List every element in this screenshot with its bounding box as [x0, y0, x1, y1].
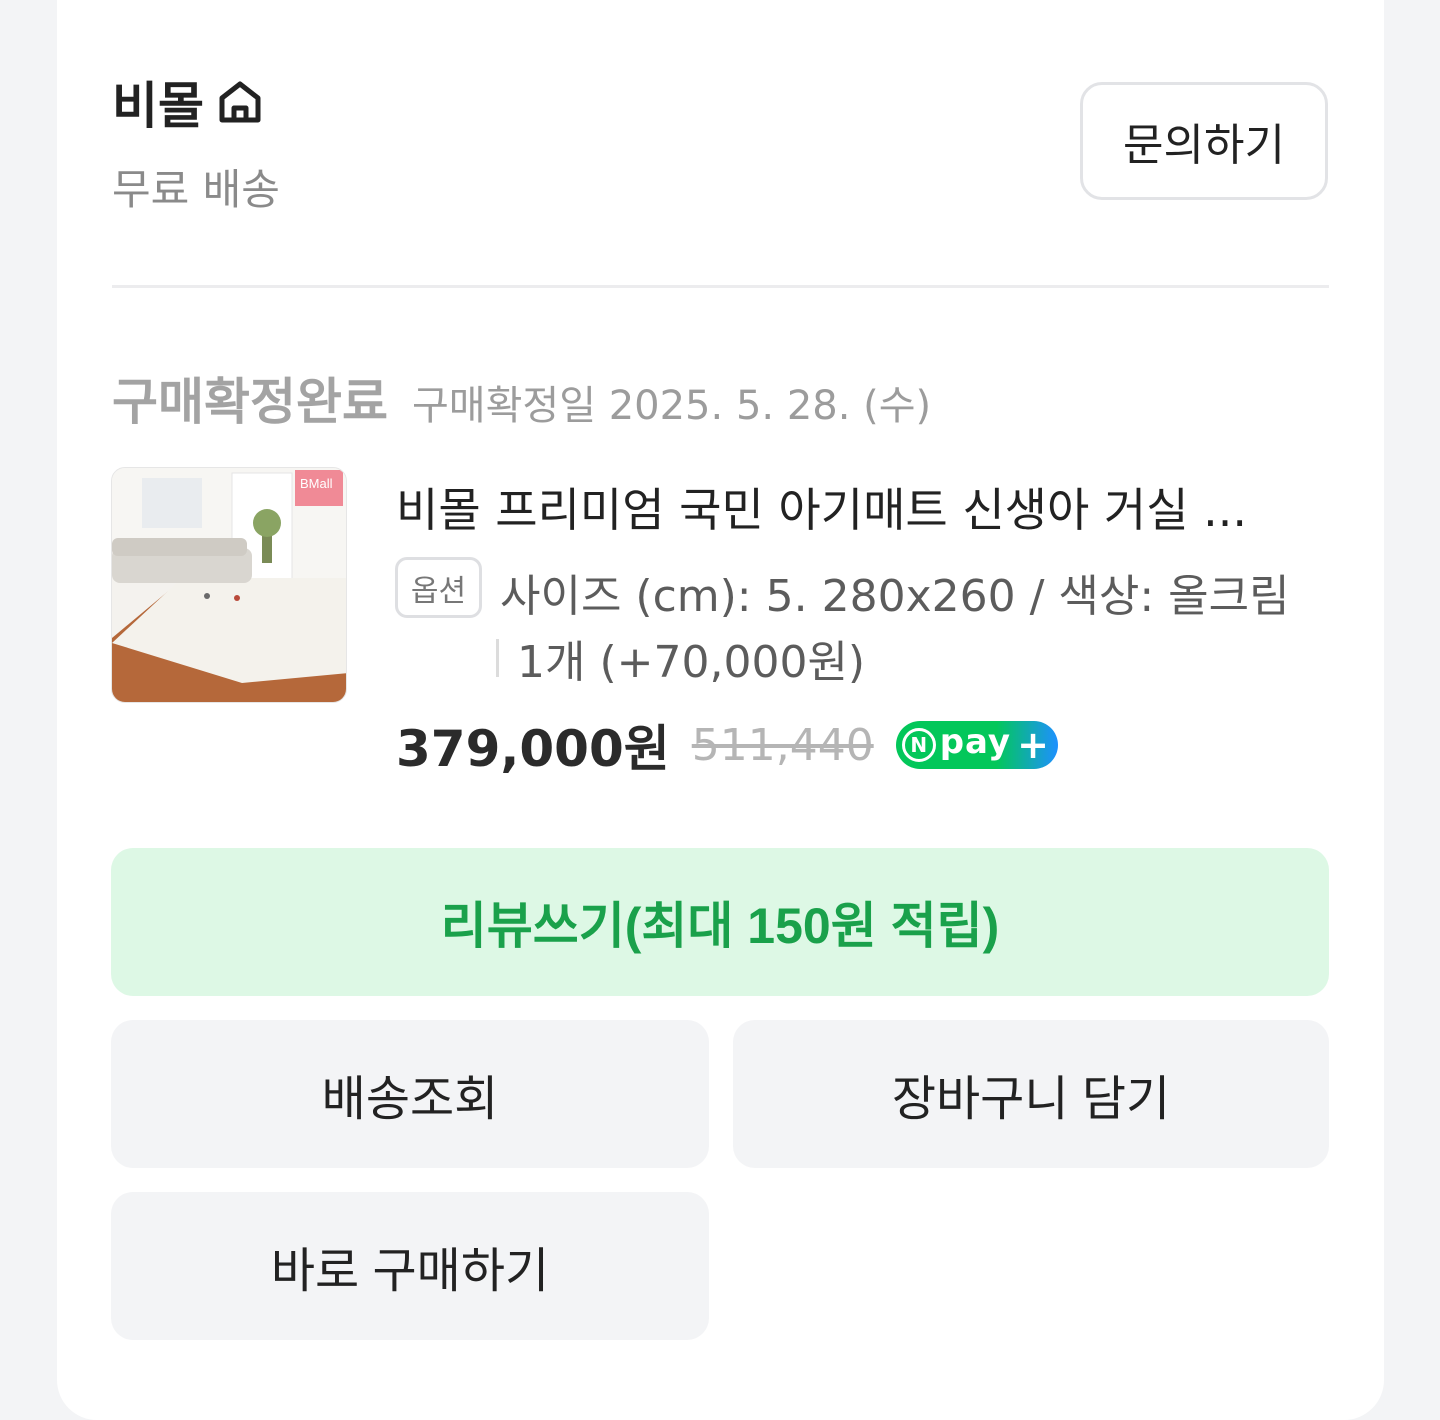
confirm-date: 구매확정일 2025. 5. 28. (수) [412, 383, 932, 429]
plus-icon: + [1017, 723, 1049, 767]
write-review-button[interactable]: 리뷰쓰기(최대 150원 적립) [111, 848, 1329, 996]
order-status: 구매확정완료 [112, 373, 388, 431]
quantity-row: 1개 (+70,000원) [496, 630, 865, 688]
npay-label: pay [939, 722, 1012, 762]
shipping-info: 무료 배송 [112, 165, 280, 214]
order-status-row: 구매확정완료 구매확정일 2025. 5. 28. (수) [112, 362, 931, 432]
shop-name[interactable]: 비몰 [112, 66, 204, 138]
thumbnail-brand: BMall [300, 476, 333, 491]
original-price: 511,440 [691, 719, 874, 771]
sale-price: 379,000원 [396, 720, 670, 778]
product-thumbnail[interactable]: BMall [111, 467, 347, 703]
divider [112, 285, 1329, 288]
product-name[interactable]: 비몰 프리미엄 국민 아기매트 신생아 거실 ... [396, 474, 1296, 538]
add-to-cart-button[interactable]: 장바구니 담기 [733, 1020, 1329, 1168]
home-icon [219, 81, 261, 123]
shop-header[interactable]: 비몰 [112, 72, 266, 135]
npay-plus-badge: N pay + [895, 721, 1058, 769]
inquiry-button[interactable]: 문의하기 [1080, 82, 1328, 200]
quantity-separator [496, 639, 499, 677]
price-row: 379,000원 511,440 N pay + [396, 712, 1058, 778]
buy-now-button[interactable]: 바로 구매하기 [111, 1192, 709, 1340]
npay-n-icon: N [901, 728, 936, 762]
option-badge: 옵션 [395, 557, 482, 618]
quantity-text: 1개 (+70,000원) [517, 637, 866, 688]
option-text: 사이즈 (cm): 5. 280x260 / 색상: 올크림 [500, 571, 1290, 622]
track-delivery-button[interactable]: 배송조회 [111, 1020, 709, 1168]
